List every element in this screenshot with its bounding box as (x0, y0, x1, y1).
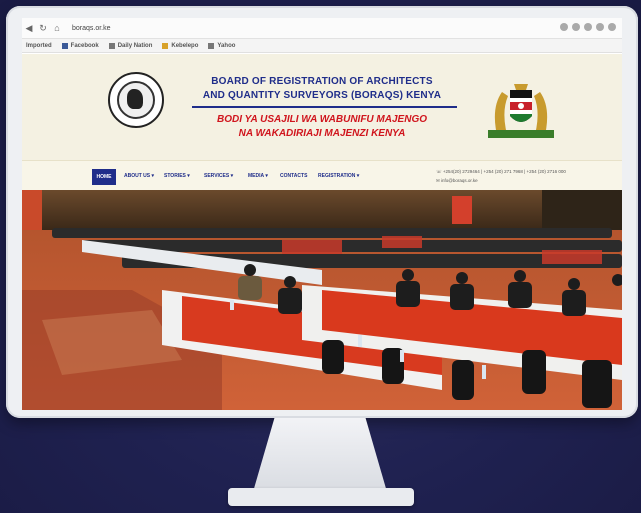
site-title-line2: AND QUANTITY SURVEYORS (BORAQS) KENYA (202, 90, 442, 101)
facebook-icon (61, 42, 68, 49)
kenya-coat-of-arms (488, 84, 554, 138)
reload-icon[interactable]: ↻ (36, 23, 50, 34)
extension-icon[interactable] (584, 23, 592, 31)
extension-icon[interactable] (572, 23, 580, 31)
nav-registration[interactable]: REGISTRATION ▾ (318, 173, 359, 179)
bookmark-item[interactable]: Facebook (61, 42, 99, 49)
site-nav: HOME ABOUT US ▾ STORIES ▾ SERVICES ▾ MED… (22, 160, 622, 191)
url-text[interactable]: boraqs.or.ke (72, 25, 111, 32)
nav-about[interactable]: ABOUT US ▾ (124, 173, 154, 179)
extension-icons (560, 23, 616, 31)
bookmark-item[interactable]: Imported (26, 43, 52, 49)
monitor-stand-base (228, 488, 414, 506)
page-icon (108, 42, 115, 49)
monitor-frame: ◀ ↻ ⌂ boraqs.or.ke Imported Facebook Dai… (6, 6, 638, 418)
extension-icon[interactable] (608, 23, 616, 31)
nav-contacts[interactable]: CONTACTS (280, 173, 307, 179)
monitor-stand-neck (253, 418, 387, 492)
hero-conference-photo (22, 190, 622, 410)
site-title-line1: BOARD OF REGISTRATION OF ARCHITECTS (211, 76, 433, 87)
bookmark-folder-icon (162, 42, 169, 49)
browser-screen: ◀ ↻ ⌂ boraqs.or.ke Imported Facebook Dai… (22, 18, 622, 410)
bookmarks-bar: Imported Facebook Daily Nation Kebelepo … (22, 39, 622, 53)
bookmark-item[interactable]: Daily Nation (108, 42, 152, 49)
title-divider (192, 106, 457, 108)
contact-email[interactable]: ✉ info@boraqs.or.ke (436, 178, 478, 184)
bookmark-item[interactable]: Kebelepo (162, 42, 198, 49)
nav-home[interactable]: HOME (92, 169, 116, 185)
swahili-title-line1: BODI YA USAJILI WA WABUNIFU MAJENGO (216, 114, 427, 125)
nav-services[interactable]: SERVICES ▾ (204, 173, 233, 179)
address-bar[interactable]: ◀ ↻ ⌂ boraqs.or.ke (22, 18, 622, 39)
back-icon[interactable]: ◀ (22, 23, 36, 34)
contact-phones: ☏ +254(20) 2729464 | +254 (20) 271 7968 … (436, 169, 566, 174)
swahili-title-line2: NA WAKADIRIAJI MAJENZI KENYA (238, 128, 406, 139)
nav-stories[interactable]: STORIES ▾ (164, 173, 190, 179)
board-seal-logo[interactable] (108, 72, 164, 128)
site-header: BOARD OF REGISTRATION OF ARCHITECTS AND … (22, 54, 622, 160)
page-icon (208, 42, 215, 49)
extension-icon[interactable] (596, 23, 604, 31)
home-icon[interactable]: ⌂ (50, 23, 64, 33)
extension-icon[interactable] (560, 23, 568, 31)
nav-media[interactable]: MEDIA ▾ (248, 173, 268, 179)
bookmark-item[interactable]: Yahoo (208, 42, 235, 49)
